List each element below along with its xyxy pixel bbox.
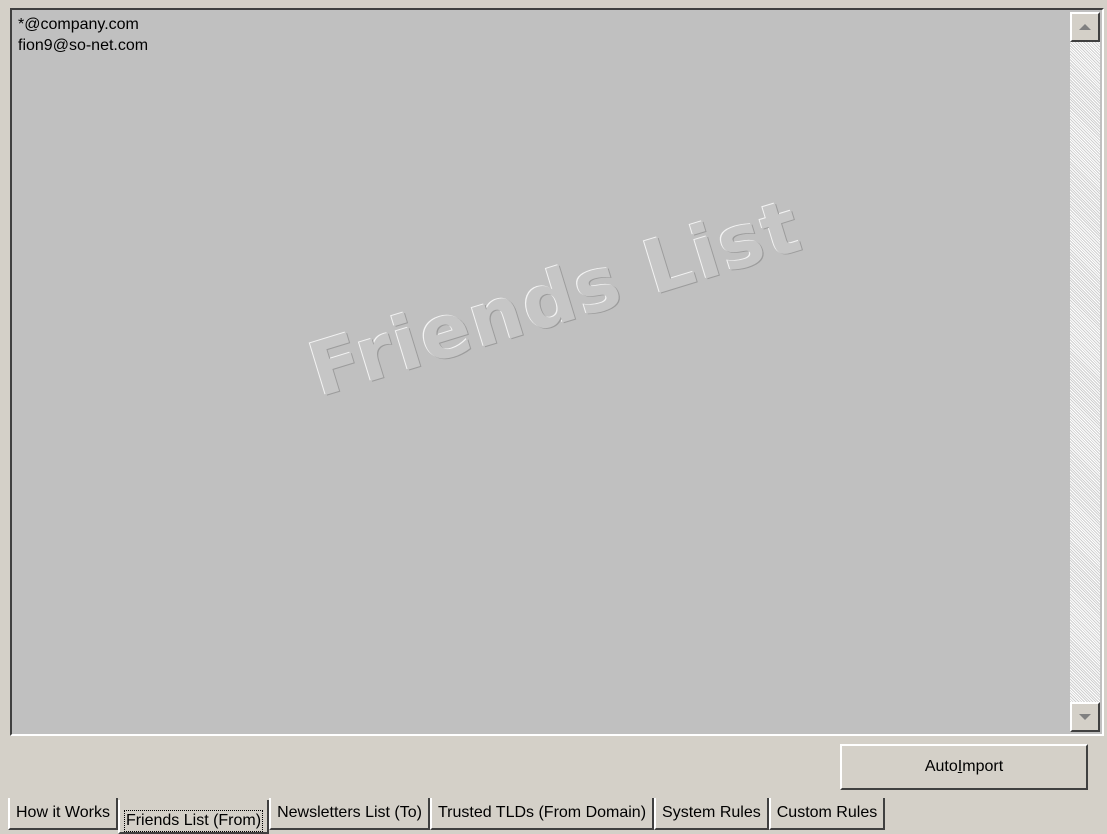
tab-label: Trusted TLDs (From Domain) — [437, 804, 647, 821]
scroll-up-arrow-icon — [1079, 24, 1091, 30]
friends-listbox[interactable]: *@company.com fion9@so-net.com Friends L… — [10, 8, 1104, 736]
tab-label: Custom Rules — [776, 804, 878, 821]
list-item[interactable]: *@company.com — [18, 14, 148, 35]
list-items: *@company.com fion9@so-net.com — [18, 14, 148, 56]
friends-list-watermark: Friends List — [299, 182, 812, 415]
auto-import-label-after: mport — [962, 758, 1004, 775]
tab-label: How it Works — [16, 804, 110, 821]
auto-import-button[interactable]: Auto Import — [840, 744, 1088, 790]
scroll-up-button[interactable] — [1070, 12, 1100, 42]
auto-import-label-before: Auto — [924, 758, 958, 775]
tab-friends-list[interactable]: Friends List (From) — [117, 800, 270, 834]
tab-label: System Rules — [662, 804, 761, 821]
vertical-scrollbar[interactable] — [1070, 12, 1100, 732]
tab-strip: How it Works Friends List (From) Newslet… — [8, 798, 886, 834]
tab-custom-rules[interactable]: Custom Rules — [768, 798, 886, 830]
list-item[interactable]: fion9@so-net.com — [18, 35, 148, 56]
tab-trusted-tlds[interactable]: Trusted TLDs (From Domain) — [429, 798, 655, 830]
scroll-down-arrow-icon — [1079, 714, 1091, 720]
scroll-down-button[interactable] — [1070, 702, 1100, 732]
tab-label: Newsletters List (To) — [277, 804, 422, 821]
tab-label: Friends List (From) — [123, 810, 264, 832]
tab-system-rules[interactable]: System Rules — [654, 798, 769, 830]
tab-how-it-works[interactable]: How it Works — [8, 798, 118, 830]
tab-newsletters-list[interactable]: Newsletters List (To) — [269, 798, 430, 830]
